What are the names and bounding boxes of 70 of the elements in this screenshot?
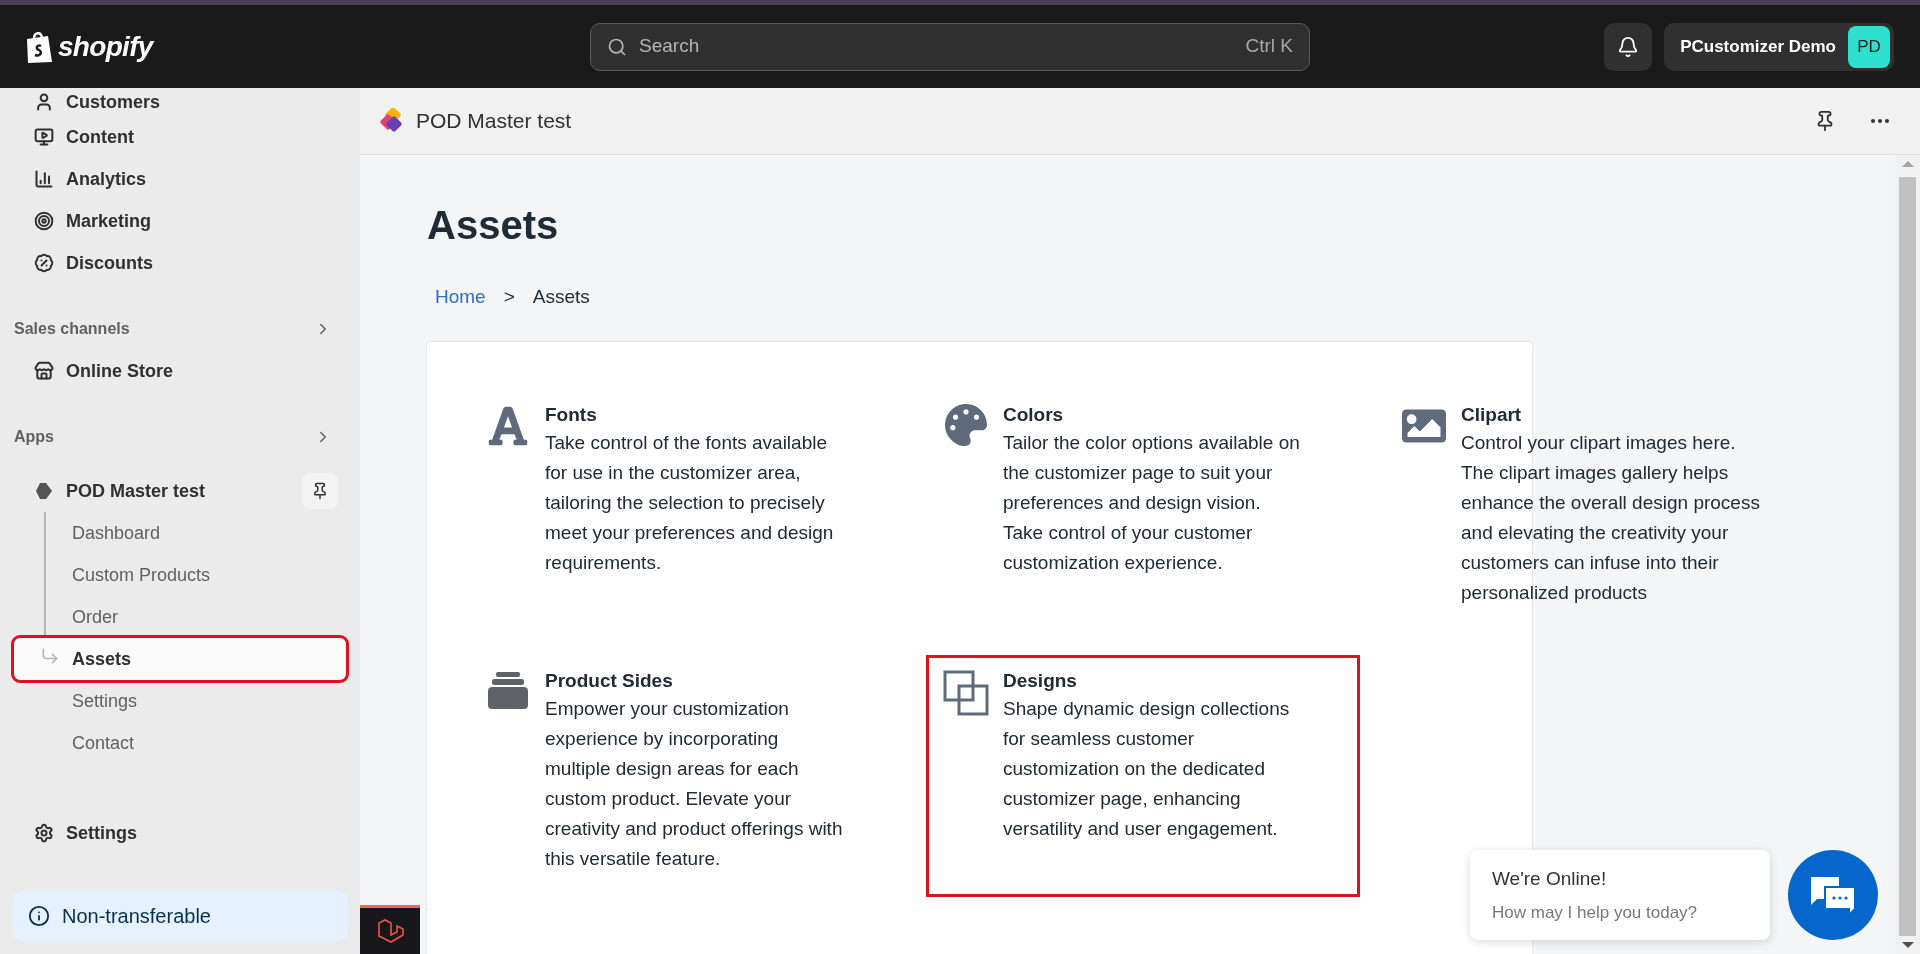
chat-icon: [1809, 875, 1857, 915]
sidebar-item[interactable]: Discounts: [0, 242, 360, 284]
overlapping-squares-icon: [943, 669, 989, 716]
breadcrumb-link[interactable]: Home: [435, 283, 486, 312]
tile-description: Empower your customization experience by incorporating multiple design areas for each custom product. Elevate your creativity and product offerings with this versatile feature.: [545, 696, 844, 871]
page-title: Assets: [427, 205, 560, 245]
search-field[interactable]: Search Ctrl K: [590, 22, 1310, 71]
sidebar-item[interactable]: Content: [0, 116, 360, 158]
app-logo-icon: [378, 108, 404, 134]
asset-tile[interactable]: Designs Shape dynamic design collections for seamless customer customization on the dedicated customizer page, enhancing versatility and user engagement.: [929, 657, 1357, 894]
settings-icon: [34, 823, 54, 843]
app-title: POD Master test: [416, 108, 573, 135]
avatar: PD: [1848, 25, 1890, 68]
sidebar-subitem[interactable]: Dashboard: [14, 512, 346, 554]
search-input[interactable]: Search: [639, 32, 1234, 61]
sidebar-item[interactable]: Online Store: [0, 350, 360, 392]
scrollbar[interactable]: [1895, 155, 1920, 954]
sidebar-item[interactable]: Analytics: [0, 158, 360, 200]
toolbar-tile[interactable]: [360, 905, 420, 954]
logo-text: shopify: [58, 29, 153, 64]
chat-title: We're Online!: [1492, 867, 1608, 891]
sidebar-item[interactable]: Settings: [0, 812, 360, 854]
tile-description: Tailor the color options available on the customizer page to suit your preferences and design vision. Take control of your customer customization experience.: [1003, 430, 1301, 575]
sidebar-subitem[interactable]: Assets: [14, 638, 346, 680]
account-button[interactable]: PCustomizer Demo PD: [1664, 22, 1894, 71]
chat-subtitle: How may I help you today?: [1492, 901, 1699, 924]
breadcrumb-separator: >: [503, 285, 515, 309]
sidebar-subitem[interactable]: Settings: [14, 680, 346, 722]
sidebar-subitem[interactable]: Custom Products: [14, 554, 346, 596]
bell-icon: [1617, 35, 1640, 58]
tile-title: Fonts: [545, 402, 598, 427]
target-icon: [34, 211, 54, 231]
asset-tile[interactable]: Fonts Take control of the fonts available for use in the customizer area, tailoring the selection to precisely meet your preferences and design requirements.: [471, 391, 899, 628]
info-icon: [28, 905, 50, 927]
tile-description: Control your clipart images here. The clipart images gallery helps enhance the overall design process and elevating the creativity your customers can infuse into their personalized products: [1461, 430, 1761, 605]
section-heading: Apps: [14, 427, 54, 447]
tile-description: Shape dynamic design collections for seamless customer customization on the dedicated customizer page, enhancing versatility and user engagement.: [1003, 696, 1291, 841]
arrow-icon: [40, 646, 60, 666]
shopping-bag-icon: [24, 29, 54, 64]
cube-logo-icon: [376, 917, 404, 945]
chat-bubble[interactable]: We're Online! How may I help you today?: [1470, 850, 1770, 940]
bar-chart-icon: [34, 169, 54, 189]
store-icon: [34, 361, 54, 381]
search-icon: [607, 36, 627, 57]
app-logo-icon: [34, 481, 54, 501]
notice-text: Non-transferable: [62, 904, 211, 929]
content-icon: [34, 127, 54, 147]
sidebar-item[interactable]: Customers: [0, 88, 360, 116]
shortcut-hint: Ctrl K: [1245, 34, 1293, 59]
sidebar-item[interactable]: Marketing: [0, 200, 360, 242]
pin-icon: [311, 482, 329, 500]
discount-icon: [34, 253, 54, 273]
user-icon: [34, 92, 54, 112]
sidebar-subitem[interactable]: Contact: [14, 722, 346, 764]
section-heading: Sales channels: [14, 319, 130, 339]
tile-title: Clipart: [1461, 402, 1523, 427]
asset-tile[interactable]: Colors Tailor the color options available on the customizer page to suit your preferences and design vision. Take control of your customer customization experience.: [929, 391, 1357, 628]
sidebar-subitem[interactable]: Order: [14, 596, 346, 638]
tile-description: Take control of the fonts available for use in the customizer area, tailoring the selection to precisely meet your preferences and design requirements.: [545, 430, 835, 575]
notifications-button[interactable]: [1604, 22, 1653, 71]
pin-button[interactable]: [302, 473, 338, 509]
palette-icon: [945, 403, 987, 446]
tile-title: Designs: [1003, 668, 1078, 693]
asset-tile[interactable]: Clipart Control your clipart images here. The clipart images gallery helps enhance the overall design process and elevating the creativity your customers can infuse into their personalized products: [1387, 391, 1761, 628]
asset-tile[interactable]: Product Sides Empower your customization experience by incorporating multiple design areas for each custom product. Elevate your creativity and product offerings with this versatile feature.: [471, 657, 899, 894]
sidebar-item[interactable]: POD Master test: [34, 477, 302, 505]
notice-badge[interactable]: Non-transferable: [12, 890, 348, 942]
breadcrumb-current: Assets: [532, 285, 590, 309]
tile-title: Colors: [1003, 402, 1065, 427]
tile-title: Product Sides: [545, 668, 674, 693]
